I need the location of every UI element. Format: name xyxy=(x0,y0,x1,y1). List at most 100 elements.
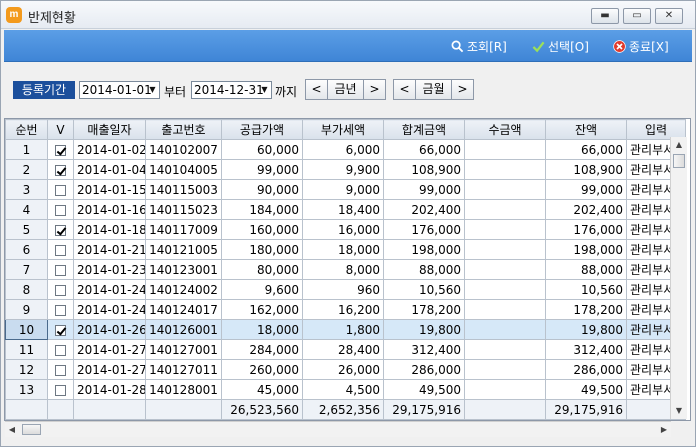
date-from-field[interactable]: 2014-01-01 ▼ xyxy=(79,81,160,99)
table-row[interactable]: 10 2014-01-26 140126001 18,000 1,800 19,800 19… xyxy=(5,319,686,340)
check-cell xyxy=(47,219,74,240)
year-next-button[interactable]: > xyxy=(363,79,386,100)
column-header[interactable]: 출고번호 xyxy=(145,119,222,140)
table-row[interactable]: 6 2014-01-21 140121005 180,000 18,000 198,000… xyxy=(5,239,686,260)
maximize-button[interactable]: ▭ xyxy=(623,8,651,24)
month-next-button[interactable]: > xyxy=(451,79,474,100)
scroll-down-icon[interactable]: ▼ xyxy=(671,403,687,419)
column-header[interactable]: 부가세액 xyxy=(302,119,384,140)
column-header[interactable]: 수금액 xyxy=(464,119,546,140)
date-from-value: 2014-01-01 xyxy=(82,83,152,97)
vat-amount-cell: 4,500 xyxy=(302,379,384,400)
sale-date-cell: 2014-01-02 xyxy=(73,139,146,160)
window-title: 반제현황 xyxy=(28,11,76,26)
grid-table: 순번 V 매출일자 출고번호 공급가액 부가세액 합계금액 수금액 잔액 입력 1 2014-01-… xyxy=(5,119,686,420)
table-row[interactable]: 12 2014-01-27 140127011 260,000 26,000 286,00… xyxy=(5,359,686,380)
total-amount-cell: 66,000 xyxy=(383,139,465,160)
exit-button[interactable]: 종료[X] xyxy=(613,38,669,54)
row-checkbox[interactable] xyxy=(55,384,66,396)
table-row[interactable]: 13 2014-01-28 140128001 45,000 4,500 49,500 49… xyxy=(5,379,686,400)
row-checkbox[interactable] xyxy=(55,244,66,256)
sale-date-cell: 2014-01-16 xyxy=(73,199,146,220)
vertical-scroll-thumb[interactable] xyxy=(673,154,685,168)
received-amount-cell xyxy=(464,239,546,260)
check-cell xyxy=(47,259,74,280)
row-checkbox[interactable] xyxy=(55,204,66,216)
this-month-button[interactable]: 금월 xyxy=(415,79,452,100)
row-checkbox[interactable] xyxy=(55,324,66,336)
date-to-field[interactable]: 2014-12-31 ▼ xyxy=(191,81,272,99)
scroll-left-icon[interactable]: ◀ xyxy=(5,422,19,437)
close-window-button[interactable]: ✕ xyxy=(655,8,683,24)
balance-cell: 312,400 xyxy=(545,339,627,360)
select-label: 선택[O] xyxy=(548,40,589,54)
vat-amount-cell: 1,800 xyxy=(302,319,384,340)
row-checkbox[interactable] xyxy=(55,224,66,236)
row-checkbox[interactable] xyxy=(55,264,66,276)
row-checkbox[interactable] xyxy=(55,364,66,376)
balance-cell: 66,000 xyxy=(545,139,627,160)
balance-cell: 10,560 xyxy=(545,279,627,300)
data-grid[interactable]: 순번 V 매출일자 출고번호 공급가액 부가세액 합계금액 수금액 잔액 입력 1 2014-01-… xyxy=(4,118,691,421)
total-amount-cell: 88,000 xyxy=(383,259,465,280)
column-header[interactable]: 합계금액 xyxy=(383,119,465,140)
release-no-cell: 140102007 xyxy=(145,139,222,160)
balance-cell: 198,000 xyxy=(545,239,627,260)
table-row[interactable]: 3 2014-01-15 140115003 90,000 9,000 99,000 99,… xyxy=(5,179,686,200)
table-row[interactable]: 9 2014-01-24 140124017 162,000 16,200 178,200… xyxy=(5,299,686,320)
row-number-cell: 13 xyxy=(5,379,48,400)
chevron-down-icon[interactable]: ▼ xyxy=(259,83,270,97)
column-header[interactable]: 잔액 xyxy=(545,119,627,140)
scroll-corner xyxy=(672,421,689,437)
scroll-up-icon[interactable]: ▲ xyxy=(671,137,687,153)
column-header[interactable]: 공급가액 xyxy=(221,119,303,140)
close-icon: ✕ xyxy=(664,10,674,21)
this-year-button[interactable]: 금년 xyxy=(327,79,364,100)
horizontal-scrollbar[interactable]: ◀ ▶ xyxy=(5,421,671,437)
column-header[interactable]: 매출일자 xyxy=(73,119,146,140)
vertical-scrollbar[interactable]: ▲ ▼ xyxy=(670,137,687,419)
column-header[interactable]: V xyxy=(47,119,74,140)
row-checkbox[interactable] xyxy=(55,144,66,156)
search-button[interactable]: 조회[R] xyxy=(451,38,507,54)
total-supply-cell: 26,523,560 xyxy=(221,399,303,420)
row-number-cell: 12 xyxy=(5,359,48,380)
select-button[interactable]: 선택[O] xyxy=(532,38,589,54)
month-prev-button[interactable]: < xyxy=(393,79,416,100)
scroll-right-icon[interactable]: ▶ xyxy=(657,422,671,437)
horizontal-scroll-thumb[interactable] xyxy=(22,424,41,435)
sale-date-cell: 2014-01-24 xyxy=(73,279,146,300)
balance-cell: 49,500 xyxy=(545,379,627,400)
table-row[interactable]: 11 2014-01-27 140127001 284,000 28,400 312,40… xyxy=(5,339,686,360)
table-row[interactable]: 4 2014-01-16 140115023 184,000 18,400 202,400… xyxy=(5,199,686,220)
row-number-cell: 8 xyxy=(5,279,48,300)
table-row[interactable]: 1 2014-01-02 140102007 60,000 6,000 66,000 66,… xyxy=(5,139,686,160)
release-no-cell: 140121005 xyxy=(145,239,222,260)
total-amount-cell: 176,000 xyxy=(383,219,465,240)
chevron-down-icon[interactable]: ▼ xyxy=(147,83,158,97)
to-label: 까지 xyxy=(275,85,298,99)
received-amount-cell xyxy=(464,299,546,320)
balance-cell: 19,800 xyxy=(545,319,627,340)
year-prev-button[interactable]: < xyxy=(305,79,328,100)
table-row[interactable]: 8 2014-01-24 140124002 9,600 960 10,560 10,560… xyxy=(5,279,686,300)
row-checkbox[interactable] xyxy=(55,304,66,316)
minimize-button[interactable]: ▬ xyxy=(591,8,619,24)
row-checkbox[interactable] xyxy=(55,164,66,176)
sale-date-cell: 2014-01-26 xyxy=(73,319,146,340)
total-empty-cell xyxy=(5,399,48,420)
release-no-cell: 140115023 xyxy=(145,199,222,220)
table-row[interactable]: 2 2014-01-04 140104005 99,000 9,900 108,900 10… xyxy=(5,159,686,180)
balance-cell: 176,000 xyxy=(545,219,627,240)
check-cell xyxy=(47,319,74,340)
table-row[interactable]: 5 2014-01-18 140117009 160,000 16,000 176,000… xyxy=(5,219,686,240)
column-header[interactable]: 순번 xyxy=(5,119,48,140)
supply-amount-cell: 284,000 xyxy=(221,339,303,360)
row-checkbox[interactable] xyxy=(55,184,66,196)
table-row[interactable]: 7 2014-01-23 140123001 80,000 8,000 88,000 88,… xyxy=(5,259,686,280)
total-amount-cell: 10,560 xyxy=(383,279,465,300)
release-no-cell: 140124017 xyxy=(145,299,222,320)
app-icon: m xyxy=(6,7,22,23)
row-checkbox[interactable] xyxy=(55,344,66,356)
row-checkbox[interactable] xyxy=(55,284,66,296)
